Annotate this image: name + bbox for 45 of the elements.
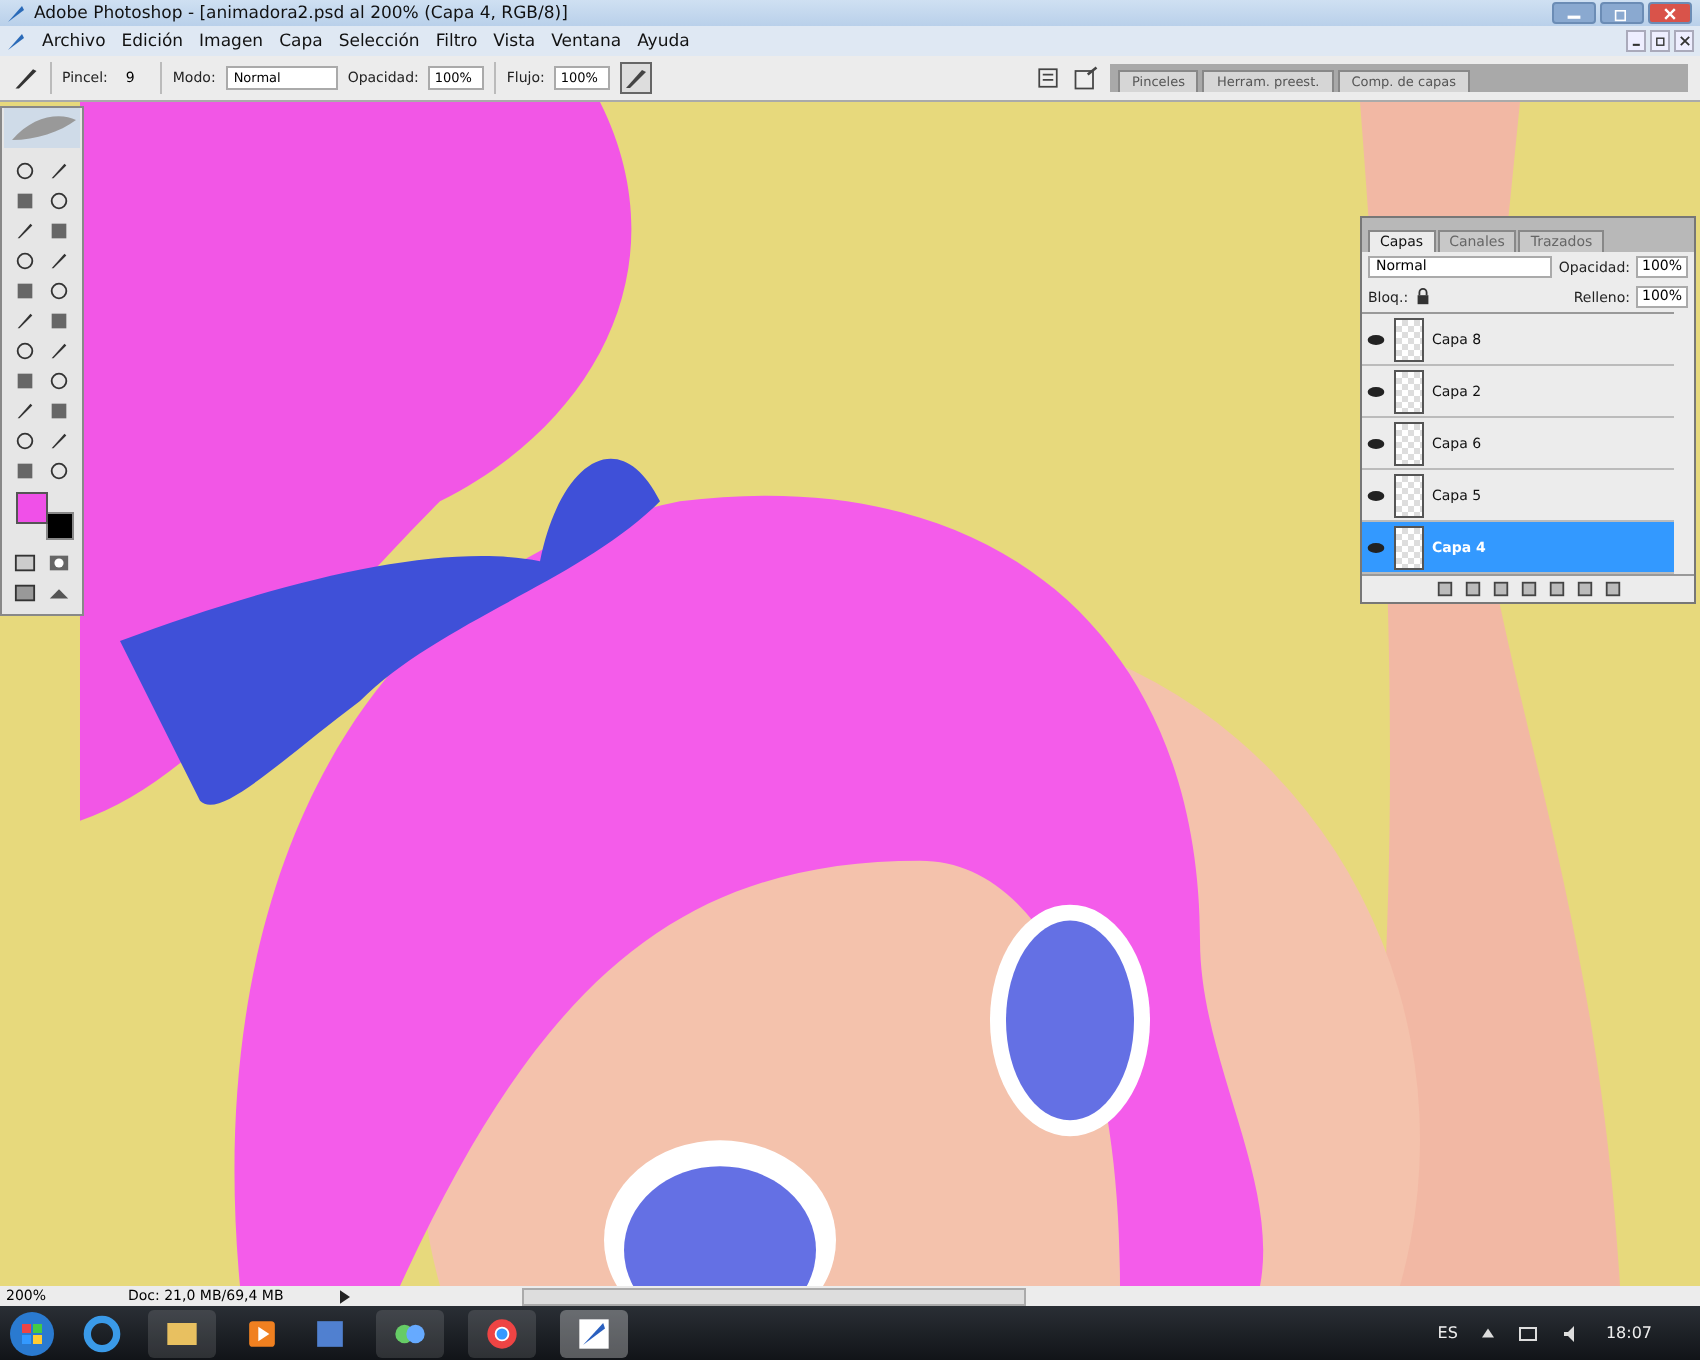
menu-item[interactable]: Ayuda — [637, 31, 690, 51]
minimize-button[interactable] — [1552, 2, 1596, 24]
layer-thumbnail — [1394, 317, 1424, 361]
layer-thumbnail — [1394, 525, 1424, 569]
brush-icon[interactable] — [12, 64, 40, 92]
eye-icon[interactable] — [1366, 539, 1386, 555]
network-icon[interactable] — [1517, 1323, 1538, 1343]
language-indicator[interactable]: ES — [1437, 1324, 1458, 1342]
minimize-button[interactable] — [1626, 30, 1646, 52]
layer-thumbnail — [1394, 421, 1424, 465]
start-button[interactable] — [8, 1309, 56, 1357]
clock-time[interactable]: 18:07 — [1605, 1324, 1692, 1342]
eye-icon[interactable] — [1366, 383, 1386, 399]
menu-item[interactable]: Vista — [493, 31, 536, 51]
eye-icon[interactable] — [1366, 435, 1386, 451]
restore-icon — [1614, 5, 1630, 21]
palette-icon[interactable] — [1034, 64, 1062, 92]
menu-item[interactable]: Capa — [279, 31, 323, 51]
foreground-color-swatch[interactable] — [16, 492, 48, 524]
restore-icon — [1653, 34, 1667, 48]
airbrush-icon[interactable] — [620, 62, 653, 94]
horizontal-scrollbar[interactable] — [522, 1287, 1026, 1305]
eye-icon[interactable] — [1366, 487, 1386, 503]
window-title: Adobe Photoshop - [animadora2.psd al 200% (Capa 4, RGB/8)] — [34, 3, 568, 23]
menu-item[interactable]: Imagen — [199, 31, 264, 51]
menu-item[interactable]: Edición — [121, 31, 184, 51]
feather-icon — [4, 108, 80, 148]
close-button[interactable] — [1674, 30, 1694, 52]
go-to-bridge-icon[interactable] — [1072, 64, 1100, 92]
play-arrow-icon[interactable] — [340, 1289, 350, 1303]
eye-icon[interactable] — [1366, 331, 1386, 347]
restore-button[interactable] — [1650, 30, 1670, 52]
network-app-icon[interactable] — [376, 1309, 444, 1357]
menu-item[interactable]: Filtro — [435, 31, 478, 51]
close-icon — [1677, 34, 1691, 48]
menu-item[interactable]: Selección — [338, 31, 420, 51]
background-color-swatch[interactable] — [46, 512, 74, 540]
menu-item[interactable]: Archivo — [42, 31, 106, 51]
show-hidden-icons-icon[interactable] — [1481, 1328, 1494, 1338]
layer-thumbnail — [1394, 369, 1424, 413]
lock-icon[interactable] — [1414, 288, 1433, 306]
close-icon — [1662, 5, 1678, 21]
layer-thumbnail — [1394, 473, 1424, 517]
menu-item[interactable]: Ventana — [551, 31, 622, 51]
browser-icon[interactable] — [80, 1311, 124, 1355]
